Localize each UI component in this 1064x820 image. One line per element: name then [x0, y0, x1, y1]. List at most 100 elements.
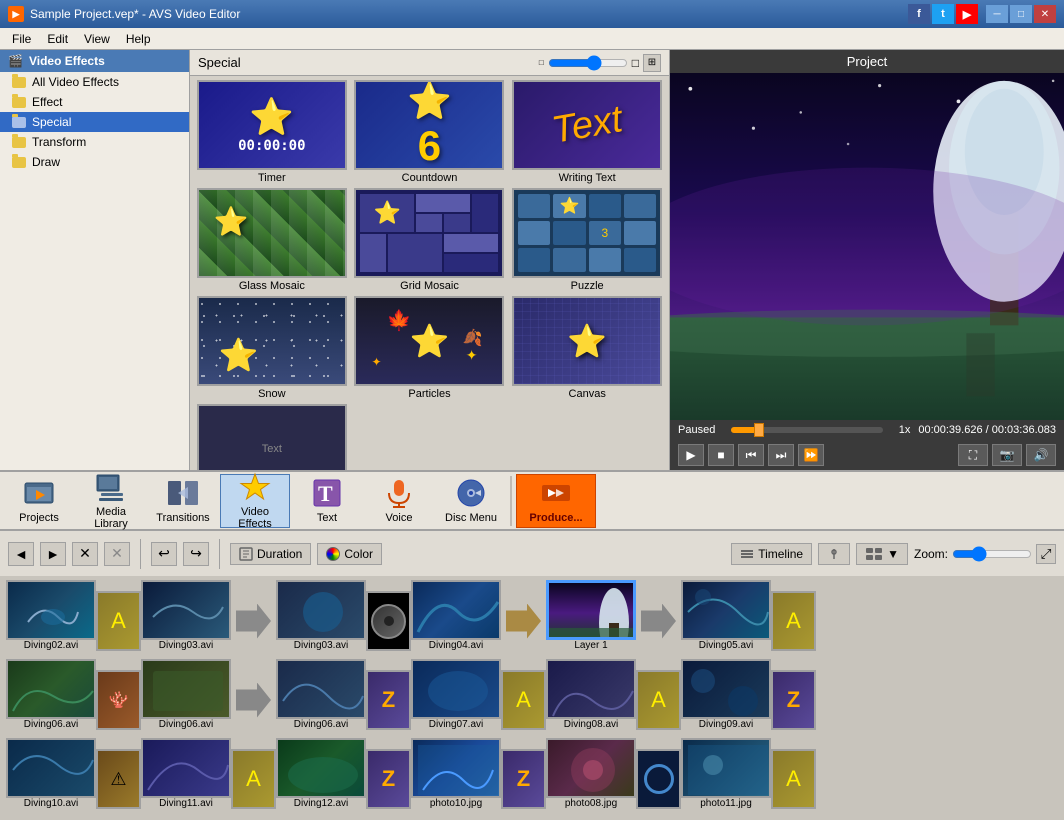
- film-cell-diving06c[interactable]: Diving06.avi: [276, 659, 366, 730]
- film-cell-diving02[interactable]: Diving02.avi: [6, 580, 96, 651]
- social-icons: f t ▶: [908, 4, 978, 24]
- tool-produce[interactable]: Produce...: [516, 474, 596, 528]
- film-cell-diving07[interactable]: Diving07.avi: [411, 659, 501, 730]
- menu-file[interactable]: File: [4, 30, 39, 48]
- sidebar-item-effect[interactable]: Effect: [0, 92, 189, 112]
- film-cell-diving12[interactable]: Diving12.avi: [276, 738, 366, 809]
- film-cell-effect-a6[interactable]: A: [771, 749, 816, 809]
- film-effect-badge4: A: [636, 670, 681, 730]
- sidebar-item-transform[interactable]: Transform: [0, 132, 189, 152]
- film-cell-effect-a3[interactable]: A: [501, 670, 546, 730]
- minimize-button[interactable]: ─: [986, 5, 1008, 23]
- film-cell-diving03a[interactable]: Diving03.avi: [141, 580, 231, 651]
- film-cell-photo10[interactable]: photo10.jpg: [411, 738, 501, 809]
- film-cell-diving03b[interactable]: Diving03.avi: [276, 580, 366, 651]
- timeline-label: Timeline: [758, 547, 803, 561]
- film-cell-effect-z1[interactable]: Z: [366, 670, 411, 730]
- volume-button[interactable]: 🔊: [1026, 444, 1056, 466]
- film-cell-layer1[interactable]: Layer 1: [546, 580, 636, 651]
- stop-button[interactable]: ■: [708, 444, 734, 466]
- effect-extra1[interactable]: Text Text: [194, 404, 350, 470]
- timeline-bar: ◄ ► ✕ ✕ ↩ ↪ Duration Color Timeline: [0, 530, 1064, 576]
- film-cell-effect-z4[interactable]: Z: [501, 749, 546, 809]
- film-cell-effect-coral[interactable]: 🪸: [96, 670, 141, 730]
- film-transition2: [501, 591, 546, 651]
- duration-button[interactable]: Duration: [230, 543, 311, 565]
- tool-text[interactable]: T Text: [292, 474, 362, 528]
- effect-thumb-timer: ⭐ 00:00:00: [197, 80, 347, 170]
- tool-media-library[interactable]: Media Library: [76, 474, 146, 528]
- film-cell-effect1[interactable]: A: [96, 591, 141, 651]
- tool-transitions[interactable]: Transitions: [148, 474, 218, 528]
- play-button[interactable]: ▶: [678, 444, 704, 466]
- sidebar-label-transform: Transform: [32, 135, 86, 149]
- sidebar-item-all[interactable]: All Video Effects: [0, 72, 189, 92]
- film-cell-effect-a5[interactable]: A: [231, 749, 276, 809]
- timeline-adjust-button[interactable]: [818, 543, 850, 565]
- film-cell-photo08[interactable]: photo08.jpg: [546, 738, 636, 809]
- tool-voice[interactable]: Voice: [364, 474, 434, 528]
- progress-bar-container[interactable]: [731, 427, 882, 433]
- nav-delete-all-button[interactable]: ✕: [104, 542, 130, 566]
- progress-thumb[interactable]: [754, 423, 764, 437]
- film-cell-diving06b[interactable]: Diving06.avi: [141, 659, 231, 730]
- effect-particles[interactable]: ⭐ 🍁 🍂 ✦ ✦ Particles: [352, 296, 508, 402]
- nav-back-button[interactable]: ◄: [8, 542, 34, 566]
- film-cell-effect-a2[interactable]: A: [771, 591, 816, 651]
- next-frame-button[interactable]: ⏭: [768, 444, 794, 466]
- film-cell-effect-warn[interactable]: ⚠: [96, 749, 141, 809]
- film-cell-diving08[interactable]: Diving08.avi: [546, 659, 636, 730]
- close-button[interactable]: ✕: [1034, 5, 1056, 23]
- film-cell-photo11[interactable]: photo11.jpg: [681, 738, 771, 809]
- film-cell-diving05[interactable]: Diving05.avi: [681, 580, 771, 651]
- film-cell-effect-circle[interactable]: [636, 749, 681, 809]
- film-cell-diving06a[interactable]: Diving06.avi: [6, 659, 96, 730]
- redo-button[interactable]: ↪: [183, 542, 209, 566]
- menu-help[interactable]: Help: [118, 30, 159, 48]
- fullscreen-button[interactable]: ⛶: [958, 444, 988, 466]
- timer-display: 00:00:00: [238, 138, 305, 154]
- zoom-slider[interactable]: [952, 546, 1032, 562]
- maximize-button[interactable]: □: [1010, 5, 1032, 23]
- film-cell-effect-z2[interactable]: Z: [771, 670, 816, 730]
- film-cell-diving11[interactable]: Diving11.avi: [141, 738, 231, 809]
- youtube-button[interactable]: ▶: [956, 4, 978, 24]
- film-cell-effect-z3[interactable]: Z: [366, 749, 411, 809]
- sidebar-item-special[interactable]: Special: [0, 112, 189, 132]
- twitter-button[interactable]: t: [932, 4, 954, 24]
- screenshot-button[interactable]: 📷: [992, 444, 1022, 466]
- timeline-mode-button[interactable]: Timeline: [731, 543, 812, 565]
- facebook-button[interactable]: f: [908, 4, 930, 24]
- grid-view-button[interactable]: ⊞: [643, 54, 661, 72]
- color-button[interactable]: Color: [317, 543, 382, 565]
- undo-button[interactable]: ↩: [151, 542, 177, 566]
- effects-scroll-container[interactable]: ⭐ 00:00:00 Timer ⭐ 6 Countdown: [190, 76, 669, 470]
- nav-delete-button[interactable]: ✕: [72, 542, 98, 566]
- effect-grid-mosaic[interactable]: ⭐ Grid Mosaic: [352, 188, 508, 294]
- timeline-grid-button[interactable]: ▼: [856, 543, 908, 565]
- effect-canvas[interactable]: ⭐ Canvas: [509, 296, 665, 402]
- effect-snow[interactable]: ⭐ Snow: [194, 296, 350, 402]
- effect-countdown[interactable]: ⭐ 6 Countdown: [352, 80, 508, 186]
- film-cell-effect-black[interactable]: [366, 591, 411, 651]
- nav-forward-button[interactable]: ►: [40, 542, 66, 566]
- effect-writing-text[interactable]: Text Writing Text: [509, 80, 665, 186]
- zoom-fit-button[interactable]: ⤢: [1036, 544, 1056, 564]
- tool-video-effects[interactable]: Video Effects: [220, 474, 290, 528]
- prev-frame-button[interactable]: ⏮: [738, 444, 764, 466]
- menu-view[interactable]: View: [76, 30, 118, 48]
- sidebar-item-draw[interactable]: Draw: [0, 152, 189, 172]
- effect-glass-mosaic[interactable]: ⭐ Glass Mosaic: [194, 188, 350, 294]
- film-cell-diving04[interactable]: Diving04.avi: [411, 580, 501, 651]
- film-cell-diving10[interactable]: Diving10.avi: [6, 738, 96, 809]
- tool-projects[interactable]: Projects: [4, 474, 74, 528]
- preview-status-bar: Paused 1x 00:00:39.626 / 00:03:36.083: [670, 420, 1064, 440]
- size-slider[interactable]: [548, 56, 628, 70]
- menu-edit[interactable]: Edit: [39, 30, 76, 48]
- film-cell-diving09[interactable]: Diving09.avi: [681, 659, 771, 730]
- film-cell-effect-a4[interactable]: A: [636, 670, 681, 730]
- effect-puzzle[interactable]: ⭐ 3 Puzzle: [509, 188, 665, 294]
- tool-disc-menu[interactable]: Disc Menu: [436, 474, 506, 528]
- effect-timer[interactable]: ⭐ 00:00:00 Timer: [194, 80, 350, 186]
- fast-forward-button[interactable]: ⏩: [798, 444, 824, 466]
